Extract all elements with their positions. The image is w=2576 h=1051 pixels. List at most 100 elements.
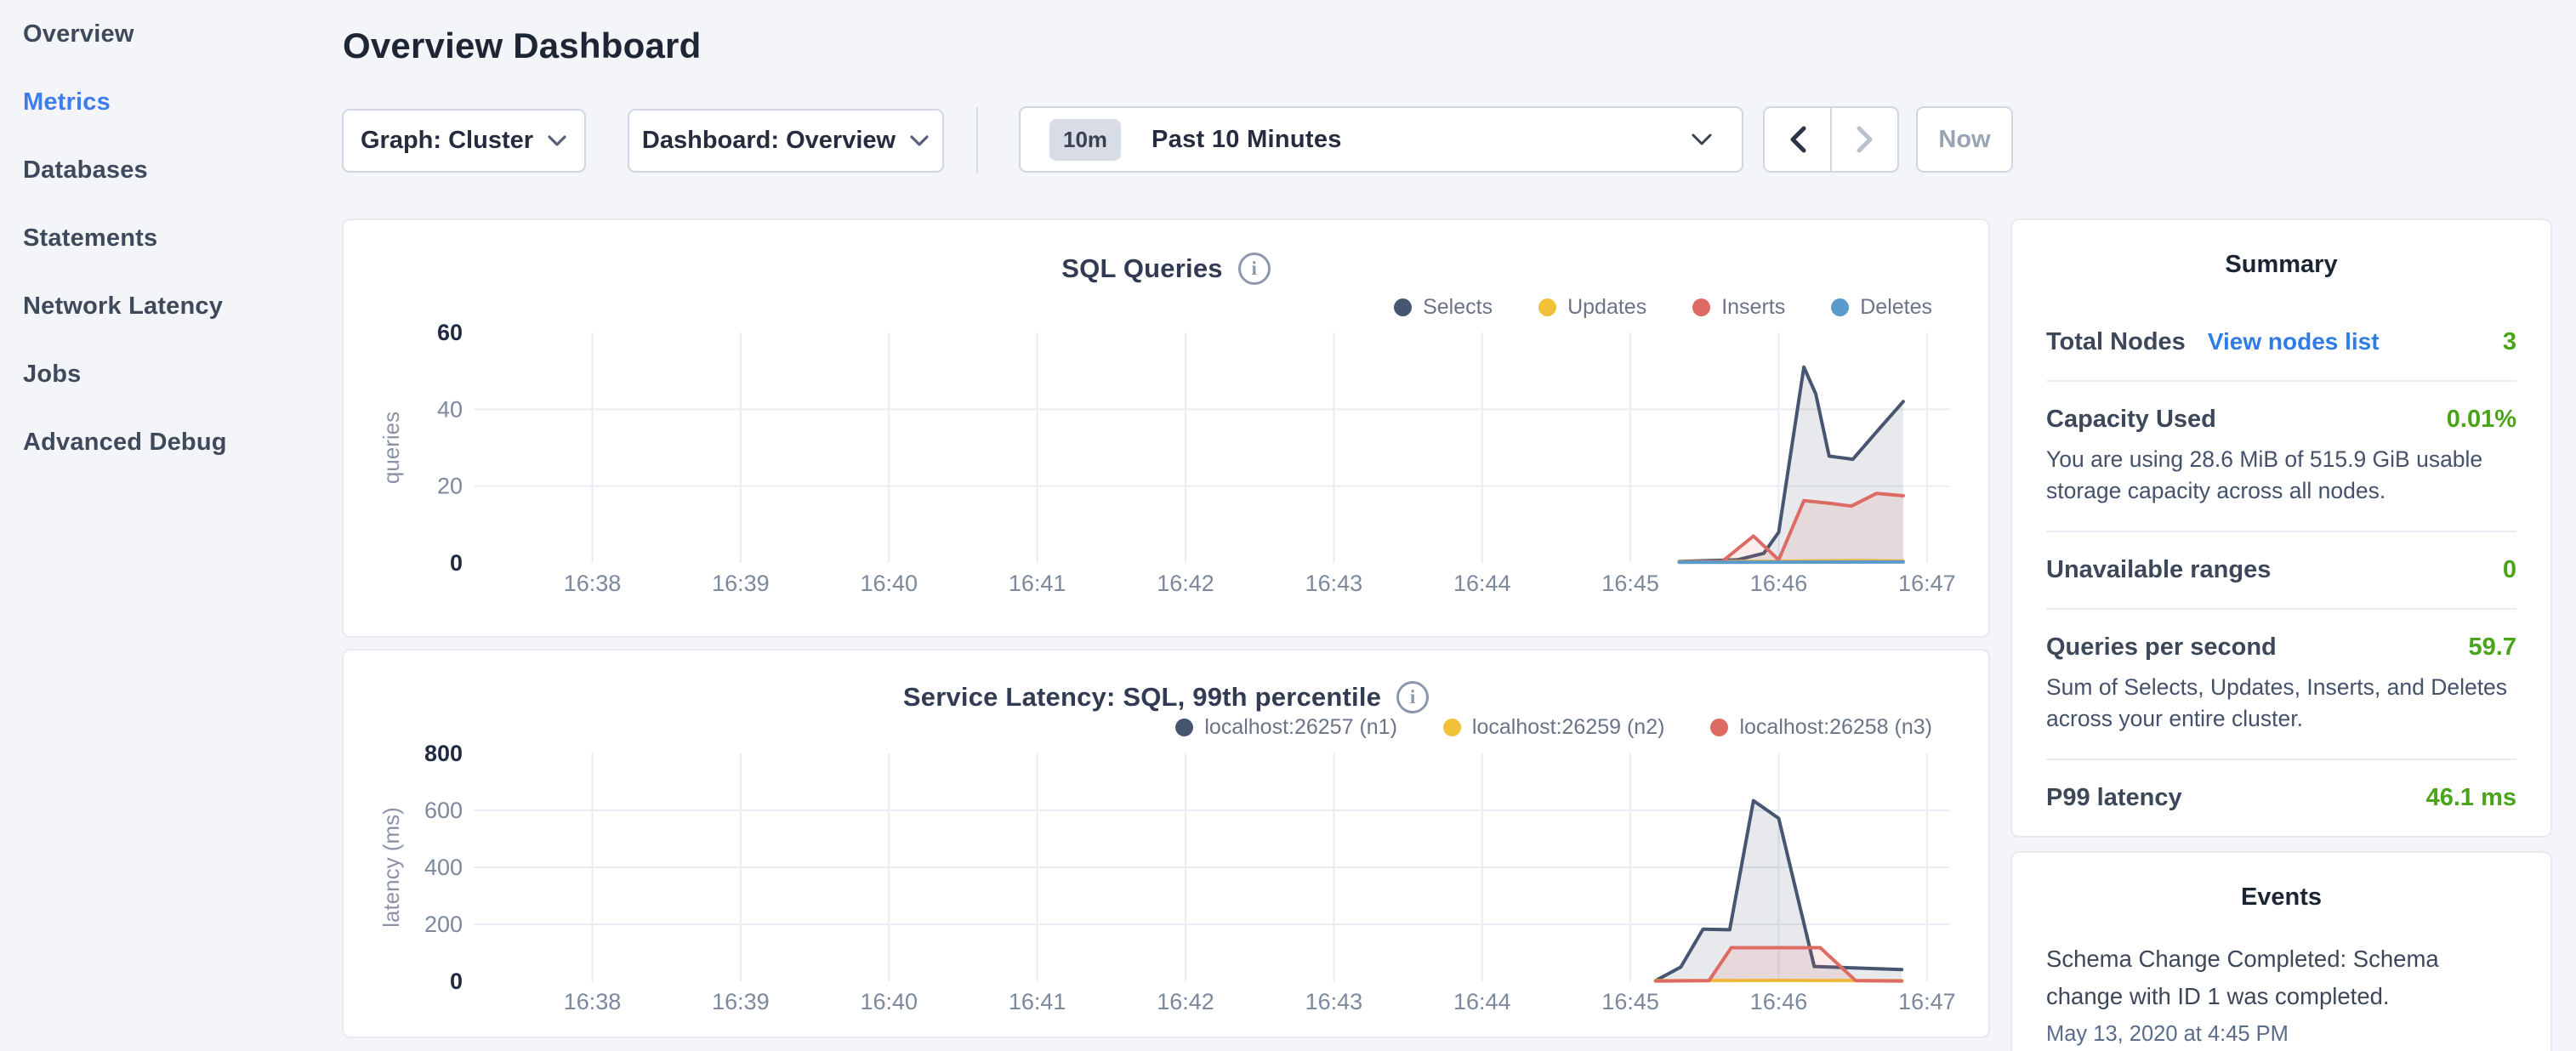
svg-text:16:39: 16:39 [712,571,770,596]
summary-description: Sum of Selects, Updates, Inserts, and De… [2046,672,2516,735]
svg-text:16:40: 16:40 [860,571,918,596]
sidebar-item-overview[interactable]: Overview [0,0,342,68]
summary-description: You are using 28.6 MiB of 515.9 GiB usab… [2046,444,2516,507]
svg-text:queries: queries [378,412,404,484]
summary-row: Capacity Used 0.01% You are using 28.6 MiB… [2046,380,2516,531]
svg-text:800: 800 [424,741,463,766]
svg-text:16:42: 16:42 [1157,571,1214,596]
events-heading: Events [2046,883,2516,912]
svg-text:600: 600 [424,798,463,823]
svg-text:20: 20 [437,474,463,499]
chart-title: SQL Queries [1061,253,1222,284]
summary-value: 0.01% [2447,406,2516,434]
chart-title: Service Latency: SQL, 99th percentile [903,682,1381,713]
svg-text:16:47: 16:47 [1898,571,1956,596]
events-panel: Events Schema Change Completed: Schema c… [2010,851,2552,1051]
chevron-down-icon [1691,133,1713,146]
time-range-dropdown[interactable]: 10m Past 10 Minutes [1019,106,1743,173]
service-latency-chart-card: Service Latency: SQL, 99th percentile i … [342,649,1990,1038]
sidebar-item-databases[interactable]: Databases [0,136,342,204]
summary-row: P99 latency46.1 ms [2046,758,2516,836]
svg-text:40: 40 [437,396,463,422]
time-back-button[interactable] [1765,108,1832,171]
info-icon[interactable]: i [1238,253,1271,285]
svg-text:0: 0 [450,550,463,576]
summary-panel: Summary Total NodesView nodes list3Capac… [2010,219,2552,838]
svg-text:16:39: 16:39 [712,989,770,1014]
now-button[interactable]: Now [1916,106,2013,173]
sidebar-item-advanced-debug[interactable]: Advanced Debug [0,408,342,476]
summary-value: 46.1 ms [2426,784,2516,812]
event-message: Schema Change Completed: Schema change w… [2046,940,2516,1015]
legend-item: localhost:26259 (n2) [1443,715,1665,740]
legend-label: Deletes [1860,295,1932,320]
svg-text:16:44: 16:44 [1453,989,1511,1014]
legend-item: Selects [1394,295,1493,320]
chart-legend: Selects Updates Inserts Deletes [1394,295,1932,320]
legend-label: Inserts [1721,295,1785,320]
summary-row: Queries per second 59.7 Sum of Selects, Up… [2046,608,2516,758]
summary-label: Capacity Used [2046,406,2216,434]
toolbar-divider [976,107,978,173]
legend-item: Deletes [1831,295,1932,320]
summary-value: 0 [2503,556,2516,584]
chevron-down-icon [547,134,567,147]
svg-text:200: 200 [424,912,463,937]
chevron-down-icon [909,134,930,147]
legend-label: localhost:26257 (n1) [1204,715,1397,740]
chevron-right-icon [1855,125,1875,154]
svg-text:400: 400 [424,855,463,880]
time-range-badge: 10m [1049,119,1121,161]
legend-item: Inserts [1692,295,1785,320]
svg-text:16:38: 16:38 [564,571,622,596]
svg-text:16:42: 16:42 [1157,989,1214,1014]
summary-value: 59.7 [2469,633,2516,662]
sql-queries-chart-card: SQL Queries i Selects Updates Inserts Delet… [342,219,1990,638]
graph-dropdown-label: Graph: Cluster [361,127,533,155]
svg-text:16:45: 16:45 [1601,989,1659,1014]
legend-label: Updates [1567,295,1646,320]
event-item: Schema Change Completed: Schema change w… [2046,940,2516,1047]
sidebar-item-metrics[interactable]: Metrics [0,68,342,136]
summary-label: Queries per second [2046,633,2277,662]
info-icon[interactable]: i [1396,681,1429,713]
svg-text:16:38: 16:38 [564,989,622,1014]
time-forward-button[interactable] [1832,108,1897,171]
svg-text:0: 0 [450,969,463,994]
event-timestamp: May 13, 2020 at 4:45 PM [2046,1022,2516,1047]
chart-legend: localhost:26257 (n1) localhost:26259 (n2)… [1175,715,1932,740]
chevron-left-icon [1788,125,1808,154]
svg-text:16:40: 16:40 [860,989,918,1014]
legend-dot-icon [1692,298,1710,316]
svg-text:16:43: 16:43 [1305,571,1363,596]
svg-text:16:46: 16:46 [1750,571,1808,596]
graph-dropdown[interactable]: Graph: Cluster [342,109,586,173]
legend-label: Selects [1423,295,1493,320]
legend-dot-icon [1443,719,1461,736]
sidebar: OverviewMetricsDatabasesStatementsNetwor… [0,0,342,1051]
summary-row: Unavailable ranges0 [2046,531,2516,608]
dashboard-dropdown-label: Dashboard: Overview [642,127,896,155]
svg-text:16:47: 16:47 [1898,989,1956,1014]
legend-dot-icon [1831,298,1849,316]
view-nodes-list-link[interactable]: View nodes list [2208,328,2380,355]
sidebar-item-statements[interactable]: Statements [0,204,342,272]
dashboard-dropdown[interactable]: Dashboard: Overview [628,109,944,173]
summary-row: Total NodesView nodes list3 [2046,304,2516,380]
sidebar-item-network-latency[interactable]: Network Latency [0,272,342,340]
sidebar-item-jobs[interactable]: Jobs [0,340,342,408]
svg-text:16:45: 16:45 [1601,571,1659,596]
legend-dot-icon [1394,298,1412,316]
svg-text:16:41: 16:41 [1009,989,1066,1014]
summary-label: Total Nodes [2046,328,2186,356]
legend-label: localhost:26259 (n2) [1472,715,1665,740]
legend-dot-icon [1175,719,1193,736]
summary-heading: Summary [2046,251,2516,279]
svg-text:16:43: 16:43 [1305,989,1363,1014]
legend-item: localhost:26257 (n1) [1175,715,1397,740]
legend-dot-icon [1538,298,1556,316]
svg-text:60: 60 [437,320,463,345]
time-range-label: Past 10 Minutes [1152,126,1342,154]
svg-text:16:44: 16:44 [1453,571,1511,596]
svg-text:16:41: 16:41 [1009,571,1066,596]
